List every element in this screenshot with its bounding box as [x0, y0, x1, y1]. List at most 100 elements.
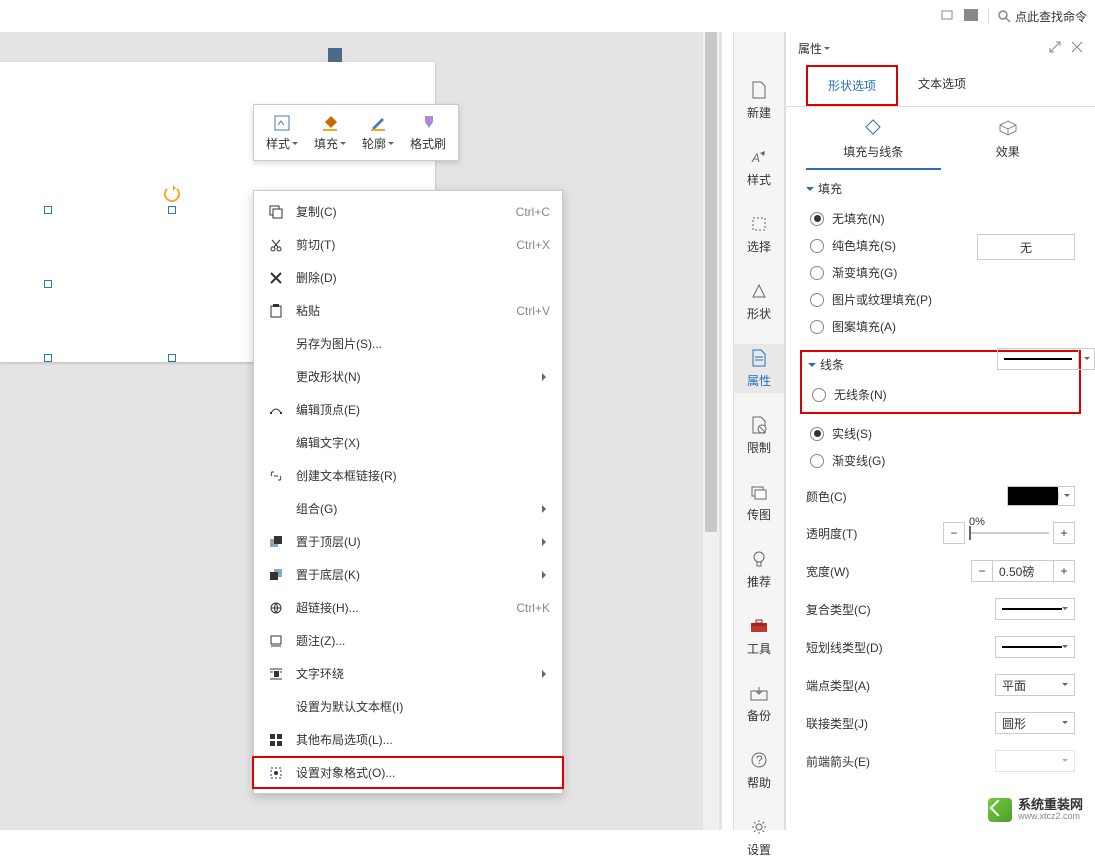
increase-button[interactable]: +: [1053, 560, 1075, 582]
join-combo[interactable]: 圆形: [995, 712, 1075, 734]
search-placeholder: 点此查找命令: [1015, 8, 1087, 25]
rail-settings[interactable]: 设置: [734, 813, 784, 862]
decrease-button[interactable]: −: [971, 560, 993, 582]
menu-paste[interactable]: 粘贴Ctrl+V: [254, 294, 562, 327]
svg-text:?: ?: [756, 753, 763, 767]
chevron-down-icon: [292, 142, 298, 148]
tab-shape-options[interactable]: 形状选项: [806, 65, 898, 106]
format-painter-button[interactable]: 格式刷: [402, 109, 454, 156]
menu-send-back[interactable]: 置于底层(K): [254, 558, 562, 591]
color-picker[interactable]: [1007, 486, 1075, 506]
fill-picture-radio[interactable]: 图片或纹理填充(P): [806, 286, 1075, 313]
text-wrap-icon: [266, 667, 286, 681]
cap-combo[interactable]: 平面: [995, 674, 1075, 696]
increase-button[interactable]: +: [1053, 522, 1075, 544]
caption-icon: [266, 634, 286, 648]
rail-tools[interactable]: 工具: [734, 612, 784, 661]
radio-icon: [812, 388, 826, 402]
fill-button[interactable]: 填充: [306, 109, 354, 156]
subtab-effects[interactable]: 效果: [941, 119, 1076, 170]
fill-gradient-radio[interactable]: 渐变填充(G): [806, 259, 1075, 286]
menu-delete[interactable]: 删除(D): [254, 261, 562, 294]
rail-select[interactable]: 选择: [734, 210, 784, 259]
fill-line-icon: [863, 119, 883, 137]
rail-recommend[interactable]: 推荐: [734, 545, 784, 594]
rail-image[interactable]: 传图: [734, 478, 784, 527]
format-object-icon: [266, 766, 286, 780]
menu-create-textbox-link[interactable]: 创建文本框链接(R): [254, 459, 562, 492]
rail-limit[interactable]: 限制: [734, 411, 784, 460]
menu-format-object[interactable]: 设置对象格式(O)...: [252, 756, 564, 789]
layout-icon: [266, 733, 286, 747]
width-input[interactable]: 0.50磅: [993, 560, 1053, 582]
menu-save-as-picture[interactable]: 另存为图片(S)...: [254, 327, 562, 360]
rail-help[interactable]: ?帮助: [734, 746, 784, 795]
rotate-handle[interactable]: [164, 186, 180, 202]
context-menu: 复制(C)Ctrl+C 剪切(T)Ctrl+X 删除(D) 粘贴Ctrl+V 另…: [253, 190, 563, 794]
fill-none-radio[interactable]: 无填充(N): [806, 205, 1075, 232]
window-restore-icon[interactable]: [940, 9, 956, 23]
chevron-down-icon: [1062, 607, 1068, 613]
rail-style[interactable]: A样式: [734, 143, 784, 192]
panel-title[interactable]: 属性: [798, 40, 830, 57]
rail-backup[interactable]: 备份: [734, 679, 784, 728]
menu-copy[interactable]: 复制(C)Ctrl+C: [254, 195, 562, 228]
decrease-button[interactable]: −: [943, 522, 965, 544]
window-presentation-icon[interactable]: [964, 9, 980, 23]
resize-handle-b[interactable]: [168, 354, 176, 362]
fill-pattern-radio[interactable]: 图案填充(A): [806, 313, 1075, 340]
rail-properties[interactable]: 属性: [734, 344, 784, 393]
fill-none-button[interactable]: 无: [977, 234, 1075, 260]
style-button[interactable]: 样式: [258, 109, 306, 156]
menu-set-default-textbox[interactable]: 设置为默认文本框(I): [254, 690, 562, 723]
menu-edit-text[interactable]: 编辑文字(X): [254, 426, 562, 459]
select-icon: [749, 214, 769, 234]
scissors-icon: [266, 238, 286, 252]
line-style-swatch[interactable]: [997, 348, 1095, 370]
dash-label: 短划线类型(D): [806, 639, 883, 656]
dash-combo[interactable]: [995, 636, 1075, 658]
vertical-scrollbar[interactable]: [703, 32, 719, 830]
new-file-icon: [749, 80, 769, 100]
outline-button[interactable]: 轮廓: [354, 109, 402, 156]
rail-new[interactable]: 新建: [734, 76, 784, 125]
menu-cut[interactable]: 剪切(T)Ctrl+X: [254, 228, 562, 261]
rail-shape[interactable]: 形状: [734, 277, 784, 326]
topbar-divider: [988, 8, 989, 24]
effects-icon: [998, 119, 1018, 137]
menu-group[interactable]: 组合(G): [254, 492, 562, 525]
resize-handle-t[interactable]: [168, 206, 176, 214]
search-command[interactable]: 点此查找命令: [997, 8, 1087, 25]
cap-label: 端点类型(A): [806, 677, 870, 694]
chevron-right-icon: [542, 571, 550, 579]
fill-bucket-icon: [320, 113, 340, 133]
radio-icon: [810, 454, 824, 468]
line-gradient-radio[interactable]: 渐变线(G): [806, 447, 1075, 474]
ruler-toggle-icon[interactable]: [328, 48, 342, 62]
compound-combo[interactable]: [995, 598, 1075, 620]
scrollbar-thumb[interactable]: [705, 32, 717, 532]
menu-change-shape[interactable]: 更改形状(N): [254, 360, 562, 393]
resize-handle-tl[interactable]: [44, 206, 52, 214]
line-none-radio[interactable]: 无线条(N): [808, 381, 1073, 408]
hyperlink-icon: [266, 601, 286, 615]
slider-thumb[interactable]: [969, 526, 971, 540]
line-solid-radio[interactable]: 实线(S): [806, 420, 1075, 447]
resize-handle-bl[interactable]: [44, 354, 52, 362]
menu-layout-options[interactable]: 其他布局选项(L)...: [254, 723, 562, 756]
chevron-down-icon: [1062, 721, 1068, 727]
resize-handle-l[interactable]: [44, 280, 52, 288]
panel-close-icon[interactable]: [1071, 41, 1083, 56]
fill-section-header[interactable]: 填充: [806, 180, 1075, 197]
menu-edit-points[interactable]: 编辑顶点(E): [254, 393, 562, 426]
panel-expand-icon[interactable]: [1049, 41, 1061, 56]
menu-text-wrap[interactable]: 文字环绕: [254, 657, 562, 690]
tab-text-options[interactable]: 文本选项: [898, 65, 986, 106]
chevron-down-icon: [1062, 683, 1068, 689]
menu-bring-front[interactable]: 置于顶层(U): [254, 525, 562, 558]
subtab-fill-line[interactable]: 填充与线条: [806, 119, 941, 170]
radio-icon: [810, 427, 824, 441]
menu-hyperlink[interactable]: 超链接(H)...Ctrl+K: [254, 591, 562, 624]
transparency-slider[interactable]: 0%: [969, 532, 1049, 534]
help-icon: ?: [749, 750, 769, 770]
